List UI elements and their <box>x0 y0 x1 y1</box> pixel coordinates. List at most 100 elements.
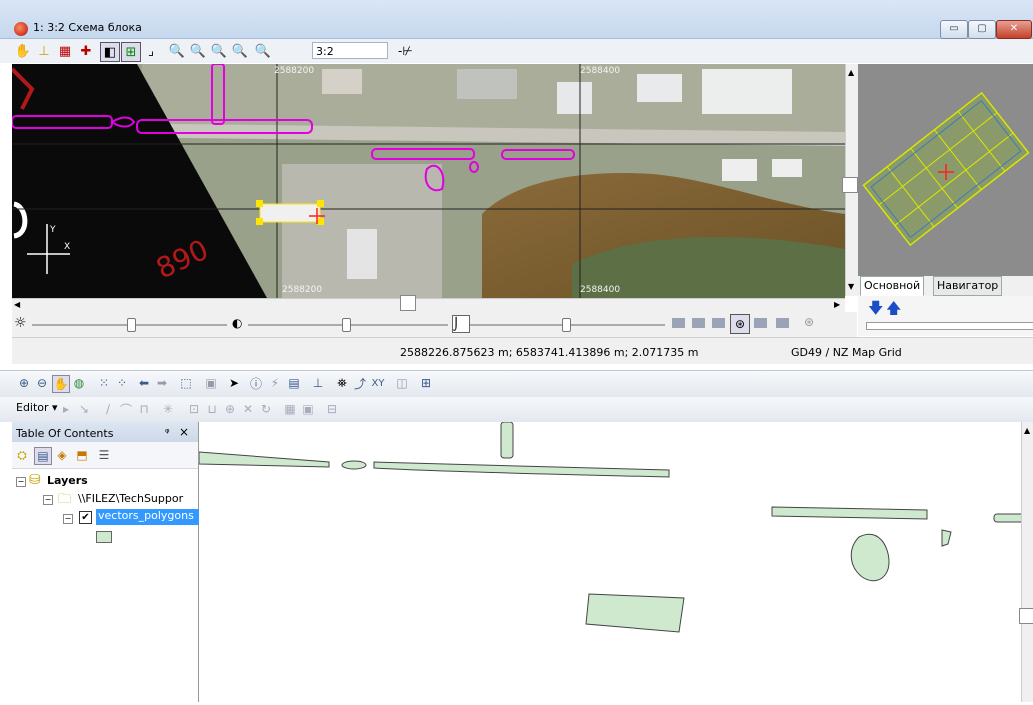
select-elements-icon[interactable]: ➤ <box>226 375 242 391</box>
viewer-window-icon[interactable]: ⊞ <box>418 375 434 391</box>
folder-label[interactable]: \\FILEZ\TechSuppor <box>78 492 198 505</box>
collapse-icon[interactable]: − <box>16 477 26 487</box>
html-popup-icon[interactable]: ▤ <box>286 375 302 391</box>
create-features-icon[interactable]: ⊟ <box>324 401 340 417</box>
straight-segment-icon[interactable]: ∕ <box>100 401 116 417</box>
map-horizontal-scrollbar[interactable]: ◀ ▶ <box>12 295 845 312</box>
list-by-drawing-order-icon[interactable]: ⛭ <box>14 447 30 463</box>
attributes-icon[interactable]: ▦ <box>282 401 298 417</box>
edit-annotation-icon[interactable]: ↘ <box>76 401 92 417</box>
navigator-overview[interactable] <box>858 64 1033 276</box>
list-by-selection-icon[interactable]: ⬒ <box>74 447 90 463</box>
scroll-up-arrow-icon[interactable]: ▲ <box>848 68 854 77</box>
go-to-xy-icon[interactable]: XY <box>370 375 386 391</box>
view-mode-button[interactable] <box>712 318 725 328</box>
view-mode-button[interactable] <box>754 318 767 328</box>
toc-pin-icon[interactable]: ᵠ <box>165 426 170 439</box>
fixed-zoom-out-icon[interactable]: ⁘ <box>114 375 130 391</box>
tab-navigator[interactable]: Навигатор <box>933 276 1003 296</box>
full-extent-icon[interactable]: ◍ <box>71 375 87 391</box>
zoom-rect-icon[interactable]: 🔍 <box>210 42 228 60</box>
view-mode-button[interactable] <box>672 318 685 328</box>
view-mode-button[interactable] <box>776 318 789 328</box>
grid-icon[interactable]: ⊞ <box>121 42 141 62</box>
edit-vertices-icon[interactable]: ⊡ <box>186 401 202 417</box>
zoom-full-icon[interactable]: 🔍 <box>254 42 272 60</box>
scroll-thumb[interactable] <box>1019 608 1033 624</box>
list-by-source-icon[interactable]: ▤ <box>34 447 52 465</box>
identify-icon[interactable]: ⓘ <box>248 375 264 391</box>
toc-close-icon[interactable]: × <box>179 425 189 439</box>
close-button[interactable]: ✕ <box>996 20 1032 39</box>
point-icon[interactable]: ✳ <box>160 401 176 417</box>
data-view-svg <box>198 421 1025 633</box>
split-icon[interactable]: ✕ <box>240 401 256 417</box>
time-slider-icon[interactable]: ◫ <box>394 375 410 391</box>
zoom-in-icon[interactable]: ⊕ <box>16 375 32 391</box>
cut-polygons-icon[interactable]: ⊕ <box>222 401 238 417</box>
add-layer-icon[interactable]: ✚ <box>77 42 95 60</box>
pan-icon[interactable]: ✋ <box>14 42 32 60</box>
pin-icon[interactable]: -⊬ <box>398 44 413 58</box>
brightness-icon: ☼ <box>14 315 27 331</box>
selected-polygon[interactable] <box>259 203 321 223</box>
select-frame-icon[interactable]: ▦ <box>56 42 74 60</box>
options-icon[interactable]: ☰ <box>96 447 112 463</box>
end-point-arc-icon[interactable]: ⌒ <box>118 401 134 417</box>
add-point-icon[interactable]: ⊥ <box>35 42 53 60</box>
zoom-extent-icon[interactable]: 🔍 <box>231 42 249 60</box>
view-mode-button[interactable] <box>692 318 705 328</box>
hyperlink-icon[interactable]: ⚡ <box>267 375 283 391</box>
select-features-icon[interactable]: ⬚ <box>178 375 194 391</box>
map-vertical-scrollbar[interactable]: ▲ ▼ <box>842 64 858 296</box>
maximize-button[interactable]: ▢ <box>968 20 996 39</box>
edit-tool-icon[interactable]: ▸ <box>58 401 74 417</box>
minimize-button[interactable]: ▭ <box>940 20 968 39</box>
forward-extent-icon[interactable]: ➡ <box>154 375 170 391</box>
color-mode-icon[interactable]: ⊛ <box>730 314 750 334</box>
collapse-icon[interactable]: − <box>63 514 73 524</box>
zoom-out-icon[interactable]: ⊖ <box>34 375 50 391</box>
rotate-icon[interactable]: ↻ <box>258 401 274 417</box>
layers-label[interactable]: Layers <box>47 474 88 487</box>
sketch-properties-icon[interactable]: ▣ <box>300 401 316 417</box>
arrow-up-icon[interactable]: 🡅 <box>886 298 901 323</box>
scroll-left-arrow-icon[interactable]: ◀ <box>14 300 20 309</box>
editor-menu-button[interactable]: Editor ▾ <box>16 401 58 414</box>
scroll-thumb[interactable] <box>842 177 858 193</box>
arcmap-data-view[interactable] <box>198 421 1025 702</box>
corner-icon[interactable]: ⌟ <box>142 42 160 60</box>
trace-icon[interactable]: ⊓ <box>136 401 152 417</box>
polygon-features[interactable] <box>198 421 1025 633</box>
scroll-down-arrow-icon[interactable]: ▼ <box>848 282 854 291</box>
tab-osnovnoy[interactable]: Основной <box>860 276 925 296</box>
reshape-icon[interactable]: ⊔ <box>204 401 220 417</box>
arrow-down-icon[interactable]: 🡇 <box>868 298 883 323</box>
contrast-thumb[interactable] <box>342 318 351 332</box>
settings-icon[interactable]: ⊛ <box>804 315 814 329</box>
brightness-thumb[interactable] <box>127 318 136 332</box>
zoom-out-icon[interactable]: 🔍 <box>189 42 207 60</box>
list-by-visibility-icon[interactable]: ◈ <box>54 447 70 463</box>
back-extent-icon[interactable]: ⬅ <box>136 375 152 391</box>
map-canvas[interactable]: 890 2588200 2588400 2588200 2588400 Y X <box>12 64 845 298</box>
scroll-thumb[interactable] <box>400 295 416 311</box>
gamma-thumb[interactable] <box>562 318 571 332</box>
data-view-scrollbar[interactable]: ▲ <box>1019 422 1033 702</box>
layer-label[interactable]: vectors_polygons <box>96 509 200 525</box>
layer-visibility-checkbox[interactable]: ✔ <box>79 511 92 524</box>
pan-icon[interactable]: ✋ <box>52 375 70 393</box>
navigator-slider[interactable] <box>866 322 1033 330</box>
measure-icon[interactable]: ⊥ <box>310 375 326 391</box>
scale-input[interactable]: 3:2 <box>312 42 388 59</box>
view-mode-icon[interactable]: ◧ <box>100 42 120 62</box>
zoom-in-icon[interactable]: 🔍 <box>168 42 186 60</box>
layer-symbol[interactable] <box>96 531 112 543</box>
find-icon[interactable]: ⛯ <box>334 375 350 391</box>
collapse-icon[interactable]: − <box>43 495 53 505</box>
fixed-zoom-in-icon[interactable]: ⁙ <box>96 375 112 391</box>
scroll-up-arrow-icon[interactable]: ▲ <box>1024 426 1030 435</box>
scroll-right-arrow-icon[interactable]: ▶ <box>834 300 840 309</box>
clear-selection-icon[interactable]: ▣ <box>203 375 219 391</box>
find-route-icon[interactable]: ⤴ <box>352 375 368 391</box>
